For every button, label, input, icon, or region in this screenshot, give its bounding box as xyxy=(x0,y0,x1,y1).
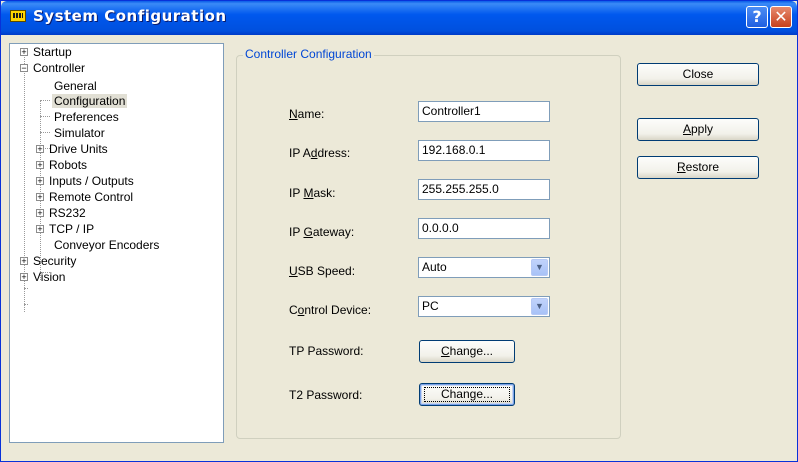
tree-item-controller[interactable]: Controller xyxy=(33,61,85,76)
expander-plus-icon[interactable]: + xyxy=(20,273,28,282)
expander-minus-icon[interactable]: − xyxy=(20,64,28,73)
close-window-button[interactable]: ✕ xyxy=(770,6,792,28)
expander-plus-icon[interactable]: + xyxy=(36,193,44,202)
tree-item-robots[interactable]: Robots xyxy=(49,158,87,173)
tree-item-vision[interactable]: Vision xyxy=(33,270,65,285)
ip-gateway-field[interactable]: 0.0.0.0 xyxy=(418,218,550,239)
chevron-down-icon[interactable]: ▼ xyxy=(531,298,548,315)
expander-plus-icon[interactable]: + xyxy=(36,145,44,154)
ip-mask-label: IP Mask: xyxy=(289,186,336,200)
expander-plus-icon[interactable]: + xyxy=(36,209,44,218)
close-button[interactable]: Close xyxy=(637,63,759,86)
chevron-down-icon[interactable]: ▼ xyxy=(531,259,548,276)
t2-password-label: T2 Password: xyxy=(289,388,363,402)
expander-plus-icon[interactable]: + xyxy=(36,161,44,170)
title-bar[interactable]: System Configuration ? ✕ xyxy=(1,1,797,35)
expander-plus-icon[interactable]: + xyxy=(20,257,28,266)
expander-plus-icon[interactable]: + xyxy=(20,48,28,57)
ip-address-label: IP Address: xyxy=(289,146,351,160)
tp-password-change-button[interactable]: Change... xyxy=(419,340,515,363)
control-device-value: PC xyxy=(422,299,439,313)
usb-speed-label: USB Speed: xyxy=(289,264,356,278)
tree-item-drive-units[interactable]: Drive Units xyxy=(49,142,108,157)
ip-gateway-label: IP Gateway: xyxy=(289,225,355,239)
tree-item-simulator[interactable]: Simulator xyxy=(54,126,105,141)
control-device-select[interactable]: PC ▼ xyxy=(418,296,550,317)
ip-mask-field[interactable]: 255.255.255.0 xyxy=(418,179,550,200)
configuration-tree[interactable]: + Startup − Controller General Configura… xyxy=(9,43,224,443)
app-window-icon xyxy=(10,10,26,22)
control-device-label: Control Device: xyxy=(289,303,372,317)
apply-button[interactable]: Apply xyxy=(637,118,759,141)
tree-item-configuration[interactable]: Configuration xyxy=(52,94,128,109)
restore-button[interactable]: Restore xyxy=(637,156,759,179)
usb-speed-select[interactable]: Auto ▼ xyxy=(418,257,550,278)
ip-address-field[interactable]: 192.168.0.1 xyxy=(418,140,550,161)
t2-password-change-button[interactable]: Change... xyxy=(419,383,515,406)
group-title: Controller Configuration xyxy=(243,47,374,61)
tp-password-label: TP Password: xyxy=(289,344,364,358)
tree-item-startup[interactable]: Startup xyxy=(33,45,72,60)
tree-item-security[interactable]: Security xyxy=(33,254,76,269)
expander-plus-icon[interactable]: + xyxy=(36,225,44,234)
tree-item-preferences[interactable]: Preferences xyxy=(54,110,119,125)
name-label: Name: xyxy=(289,107,325,121)
tree-item-rs232[interactable]: RS232 xyxy=(49,206,86,221)
tree-item-inputs-outputs[interactable]: Inputs / Outputs xyxy=(49,174,134,189)
help-button[interactable]: ? xyxy=(746,6,768,28)
tree-item-conveyor-encoders[interactable]: Conveyor Encoders xyxy=(54,238,159,253)
tree-item-general[interactable]: General xyxy=(54,79,97,94)
usb-speed-value: Auto xyxy=(422,260,447,274)
tree-item-remote-control[interactable]: Remote Control xyxy=(49,190,133,205)
window-title: System Configuration xyxy=(33,7,227,25)
tree-item-tcp-ip[interactable]: TCP / IP xyxy=(49,222,94,237)
name-field[interactable]: Controller1 xyxy=(418,101,550,122)
expander-plus-icon[interactable]: + xyxy=(36,177,44,186)
